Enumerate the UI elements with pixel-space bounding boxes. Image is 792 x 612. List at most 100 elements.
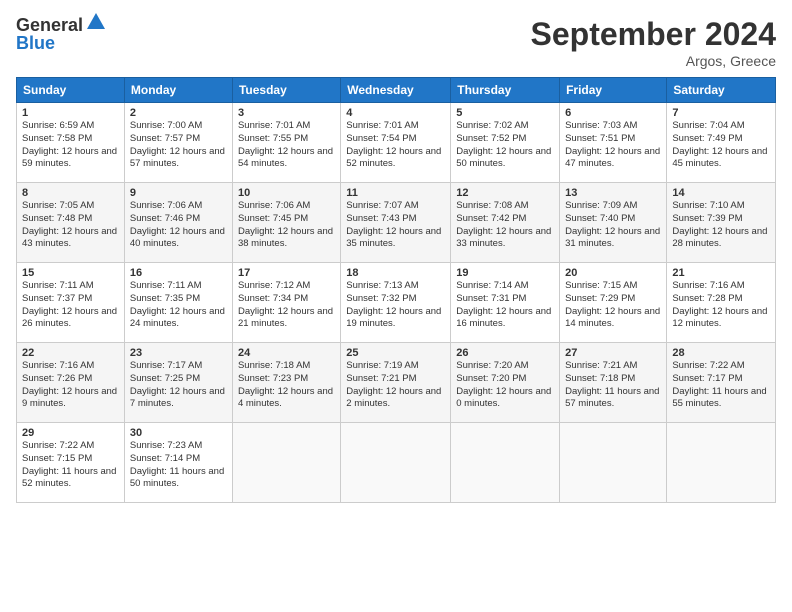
calendar-cell: 24Sunrise: 7:18 AM Sunset: 7:23 PM Dayli… [232, 343, 340, 423]
logo: General Blue [16, 16, 107, 52]
day-info: Sunrise: 7:10 AM Sunset: 7:39 PM Dayligh… [672, 200, 770, 251]
calendar-cell: 11Sunrise: 7:07 AM Sunset: 7:43 PM Dayli… [341, 183, 451, 263]
day-number: 1 [22, 107, 119, 119]
day-info: Sunrise: 7:22 AM Sunset: 7:15 PM Dayligh… [22, 440, 119, 491]
day-number: 21 [672, 267, 770, 279]
calendar-cell: 12Sunrise: 7:08 AM Sunset: 7:42 PM Dayli… [451, 183, 560, 263]
day-info: Sunrise: 7:22 AM Sunset: 7:17 PM Dayligh… [672, 360, 770, 411]
calendar-cell [451, 423, 560, 503]
day-number: 23 [130, 347, 227, 359]
calendar-cell: 7Sunrise: 7:04 AM Sunset: 7:49 PM Daylig… [667, 103, 776, 183]
calendar-cell: 3Sunrise: 7:01 AM Sunset: 7:55 PM Daylig… [232, 103, 340, 183]
calendar-cell [560, 423, 667, 503]
col-monday: Monday [124, 78, 232, 103]
day-info: Sunrise: 7:12 AM Sunset: 7:34 PM Dayligh… [238, 280, 335, 331]
calendar-week-row: 29Sunrise: 7:22 AM Sunset: 7:15 PM Dayli… [17, 423, 776, 503]
calendar-cell: 13Sunrise: 7:09 AM Sunset: 7:40 PM Dayli… [560, 183, 667, 263]
day-info: Sunrise: 7:02 AM Sunset: 7:52 PM Dayligh… [456, 120, 554, 171]
calendar-cell: 16Sunrise: 7:11 AM Sunset: 7:35 PM Dayli… [124, 263, 232, 343]
calendar-week-row: 22Sunrise: 7:16 AM Sunset: 7:26 PM Dayli… [17, 343, 776, 423]
day-number: 7 [672, 107, 770, 119]
calendar-cell: 1Sunrise: 6:59 AM Sunset: 7:58 PM Daylig… [17, 103, 125, 183]
day-info: Sunrise: 7:01 AM Sunset: 7:54 PM Dayligh… [346, 120, 445, 171]
day-number: 20 [565, 267, 661, 279]
day-info: Sunrise: 7:19 AM Sunset: 7:21 PM Dayligh… [346, 360, 445, 411]
calendar-cell: 23Sunrise: 7:17 AM Sunset: 7:25 PM Dayli… [124, 343, 232, 423]
day-number: 18 [346, 267, 445, 279]
calendar-cell: 25Sunrise: 7:19 AM Sunset: 7:21 PM Dayli… [341, 343, 451, 423]
day-info: Sunrise: 7:23 AM Sunset: 7:14 PM Dayligh… [130, 440, 227, 491]
day-info: Sunrise: 7:03 AM Sunset: 7:51 PM Dayligh… [565, 120, 661, 171]
calendar-cell: 27Sunrise: 7:21 AM Sunset: 7:18 PM Dayli… [560, 343, 667, 423]
day-info: Sunrise: 7:01 AM Sunset: 7:55 PM Dayligh… [238, 120, 335, 171]
title-area: September 2024 Argos, Greece [531, 16, 776, 69]
day-number: 4 [346, 107, 445, 119]
day-number: 24 [238, 347, 335, 359]
day-number: 26 [456, 347, 554, 359]
location: Argos, Greece [531, 53, 776, 69]
calendar-cell: 6Sunrise: 7:03 AM Sunset: 7:51 PM Daylig… [560, 103, 667, 183]
calendar-cell: 21Sunrise: 7:16 AM Sunset: 7:28 PM Dayli… [667, 263, 776, 343]
col-saturday: Saturday [667, 78, 776, 103]
calendar-cell: 30Sunrise: 7:23 AM Sunset: 7:14 PM Dayli… [124, 423, 232, 503]
day-number: 9 [130, 187, 227, 199]
calendar-cell [232, 423, 340, 503]
calendar-cell: 9Sunrise: 7:06 AM Sunset: 7:46 PM Daylig… [124, 183, 232, 263]
logo-text: General Blue [16, 16, 107, 52]
day-number: 16 [130, 267, 227, 279]
day-info: Sunrise: 7:16 AM Sunset: 7:28 PM Dayligh… [672, 280, 770, 331]
month-title: September 2024 [531, 16, 776, 53]
logo-icon [85, 11, 107, 33]
day-info: Sunrise: 7:04 AM Sunset: 7:49 PM Dayligh… [672, 120, 770, 171]
day-number: 30 [130, 427, 227, 439]
day-info: Sunrise: 7:17 AM Sunset: 7:25 PM Dayligh… [130, 360, 227, 411]
col-sunday: Sunday [17, 78, 125, 103]
calendar-cell: 22Sunrise: 7:16 AM Sunset: 7:26 PM Dayli… [17, 343, 125, 423]
calendar-cell: 4Sunrise: 7:01 AM Sunset: 7:54 PM Daylig… [341, 103, 451, 183]
calendar-week-row: 1Sunrise: 6:59 AM Sunset: 7:58 PM Daylig… [17, 103, 776, 183]
calendar-cell: 2Sunrise: 7:00 AM Sunset: 7:57 PM Daylig… [124, 103, 232, 183]
day-info: Sunrise: 7:05 AM Sunset: 7:48 PM Dayligh… [22, 200, 119, 251]
col-thursday: Thursday [451, 78, 560, 103]
calendar-cell [667, 423, 776, 503]
calendar-cell: 8Sunrise: 7:05 AM Sunset: 7:48 PM Daylig… [17, 183, 125, 263]
page-header: General Blue September 2024 Argos, Greec… [16, 16, 776, 69]
calendar-header-row: Sunday Monday Tuesday Wednesday Thursday… [17, 78, 776, 103]
col-tuesday: Tuesday [232, 78, 340, 103]
col-friday: Friday [560, 78, 667, 103]
day-number: 15 [22, 267, 119, 279]
calendar-week-row: 15Sunrise: 7:11 AM Sunset: 7:37 PM Dayli… [17, 263, 776, 343]
day-number: 8 [22, 187, 119, 199]
calendar-cell: 15Sunrise: 7:11 AM Sunset: 7:37 PM Dayli… [17, 263, 125, 343]
calendar-cell: 18Sunrise: 7:13 AM Sunset: 7:32 PM Dayli… [341, 263, 451, 343]
calendar-cell: 10Sunrise: 7:06 AM Sunset: 7:45 PM Dayli… [232, 183, 340, 263]
day-number: 19 [456, 267, 554, 279]
day-number: 10 [238, 187, 335, 199]
day-info: Sunrise: 7:08 AM Sunset: 7:42 PM Dayligh… [456, 200, 554, 251]
calendar-cell: 29Sunrise: 7:22 AM Sunset: 7:15 PM Dayli… [17, 423, 125, 503]
day-number: 11 [346, 187, 445, 199]
day-info: Sunrise: 7:13 AM Sunset: 7:32 PM Dayligh… [346, 280, 445, 331]
day-number: 2 [130, 107, 227, 119]
col-wednesday: Wednesday [341, 78, 451, 103]
day-info: Sunrise: 7:09 AM Sunset: 7:40 PM Dayligh… [565, 200, 661, 251]
calendar-table: Sunday Monday Tuesday Wednesday Thursday… [16, 77, 776, 503]
calendar-cell: 19Sunrise: 7:14 AM Sunset: 7:31 PM Dayli… [451, 263, 560, 343]
day-number: 3 [238, 107, 335, 119]
day-info: Sunrise: 7:11 AM Sunset: 7:35 PM Dayligh… [130, 280, 227, 331]
day-number: 6 [565, 107, 661, 119]
day-info: Sunrise: 7:07 AM Sunset: 7:43 PM Dayligh… [346, 200, 445, 251]
logo-blue: Blue [16, 34, 107, 52]
logo-general: General [16, 16, 83, 34]
day-number: 17 [238, 267, 335, 279]
day-info: Sunrise: 7:11 AM Sunset: 7:37 PM Dayligh… [22, 280, 119, 331]
calendar-cell: 14Sunrise: 7:10 AM Sunset: 7:39 PM Dayli… [667, 183, 776, 263]
day-info: Sunrise: 7:06 AM Sunset: 7:45 PM Dayligh… [238, 200, 335, 251]
day-info: Sunrise: 7:20 AM Sunset: 7:20 PM Dayligh… [456, 360, 554, 411]
day-number: 27 [565, 347, 661, 359]
day-number: 14 [672, 187, 770, 199]
day-number: 28 [672, 347, 770, 359]
calendar-cell: 17Sunrise: 7:12 AM Sunset: 7:34 PM Dayli… [232, 263, 340, 343]
day-info: Sunrise: 6:59 AM Sunset: 7:58 PM Dayligh… [22, 120, 119, 171]
calendar-cell [341, 423, 451, 503]
